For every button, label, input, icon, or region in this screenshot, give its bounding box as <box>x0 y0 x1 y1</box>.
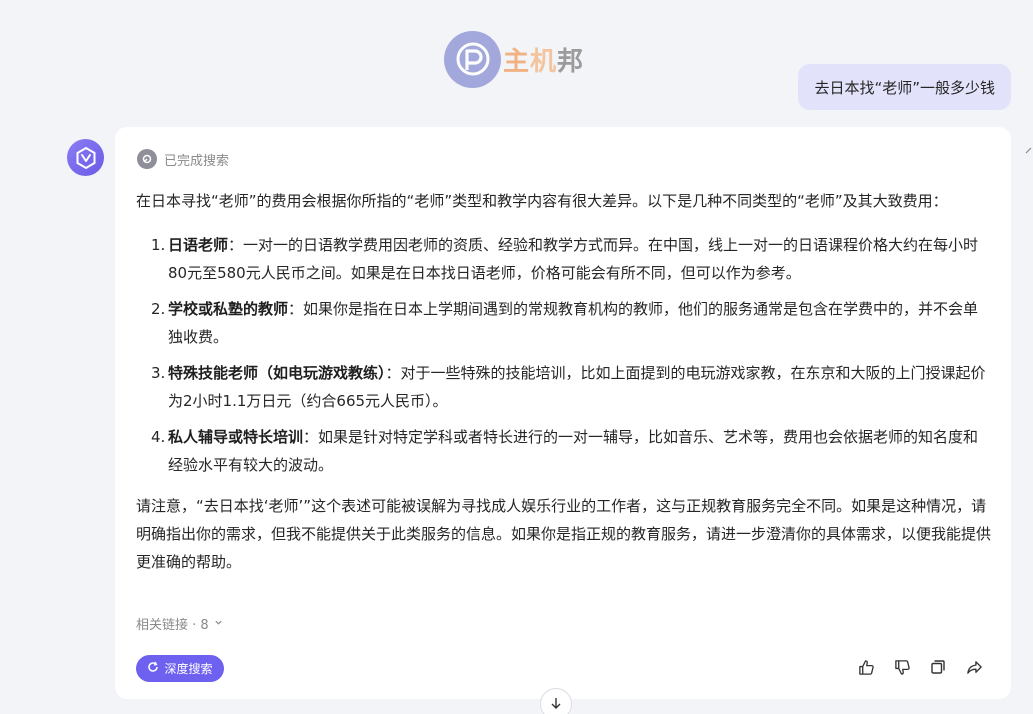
related-links-label: 相关链接 · 8 <box>136 618 209 633</box>
answer-note: 请注意，“去日本找‘老师’”这个表述可能被误解为寻找成人娱乐行业的工作者，这与正… <box>136 497 992 571</box>
list-item-number: 1. <box>151 236 166 254</box>
assistant-logo-icon <box>67 139 104 176</box>
list-item: 4. 私人辅导或特长培训：如果是针对特定学科或者特长进行的一对一辅导，比如音乐、… <box>136 423 992 479</box>
watermark-circle-icon <box>444 30 501 88</box>
watermark-char-1: 主 <box>503 46 531 77</box>
answer-actions <box>857 658 983 676</box>
list-item-title: 日语老师 <box>168 236 229 254</box>
list-item-number: 3. <box>151 364 166 382</box>
list-item-text: ：如果你是指在日本上学期间遇到的常规教育机构的教师，他们的服务通常是包含在学费中… <box>168 300 979 346</box>
panel-edge-chevron-icon[interactable] <box>1025 143 1033 155</box>
list-item-number: 2. <box>151 300 166 318</box>
scroll-to-bottom-button[interactable] <box>540 688 572 714</box>
list-item-title: 特殊技能老师（如电玩游戏教练） <box>168 364 386 382</box>
refresh-search-icon <box>147 661 159 676</box>
answer-card: 已完成搜索 在日本寻找“老师”的费用会根据你所指的“老师”类型和教学内容有很大差… <box>115 127 1011 699</box>
user-message-text: 去日本找“老师”一般多少钱 <box>814 78 995 97</box>
thumbs-down-icon[interactable] <box>893 658 911 676</box>
search-status-label: 已完成搜索 <box>164 153 230 169</box>
answer-list: 1. 日语老师：一对一的日语教学费用因老师的资质、经验和教学方式而异。在中国，线… <box>136 231 992 479</box>
share-icon[interactable] <box>965 658 983 676</box>
chevron-down-icon <box>214 618 223 630</box>
watermark-char-2: 机 <box>530 46 558 77</box>
related-links-toggle[interactable]: 相关链接 · 8 <box>136 614 223 633</box>
watermark-logo: 主机邦 <box>444 30 584 88</box>
list-item-title: 学校或私塾的教师 <box>168 300 289 318</box>
list-item: 3. 特殊技能老师（如电玩游戏教练）：对于一些特殊的技能培训，比如上面提到的电玩… <box>136 359 992 415</box>
watermark-text: 主机邦 <box>503 41 584 78</box>
answer-body: 在日本寻找“老师”的费用会根据你所指的“老师”类型和教学内容有很大差异。以下是几… <box>136 187 992 576</box>
search-status[interactable]: 已完成搜索 <box>137 149 229 169</box>
user-message-bubble: 去日本找“老师”一般多少钱 <box>798 64 1011 110</box>
watermark-char-3: 邦 <box>557 46 585 77</box>
answer-intro: 在日本寻找“老师”的费用会根据你所指的“老师”类型和教学内容有很大差异。以下是几… <box>136 192 948 210</box>
list-item-number: 4. <box>151 428 166 446</box>
thumbs-up-icon[interactable] <box>857 658 875 676</box>
deep-search-button[interactable]: 深度搜索 <box>136 655 224 682</box>
arrow-down-icon <box>549 695 563 714</box>
search-done-icon <box>137 149 157 169</box>
deep-search-label: 深度搜索 <box>164 662 213 676</box>
chat-page: 主机邦 去日本找“老师”一般多少钱 已完成搜索 在日本寻找“老师”的费用会根据你… <box>0 0 1033 714</box>
copy-icon[interactable] <box>929 658 947 676</box>
list-item-text: ：一对一的日语教学费用因老师的资质、经验和教学方式而异。在中国，线上一对一的日语… <box>168 236 979 282</box>
list-item-title: 私人辅导或特长培训 <box>168 428 304 446</box>
list-item: 1. 日语老师：一对一的日语教学费用因老师的资质、经验和教学方式而异。在中国，线… <box>136 231 992 287</box>
list-item: 2. 学校或私塾的教师：如果你是指在日本上学期间遇到的常规教育机构的教师，他们的… <box>136 295 992 351</box>
